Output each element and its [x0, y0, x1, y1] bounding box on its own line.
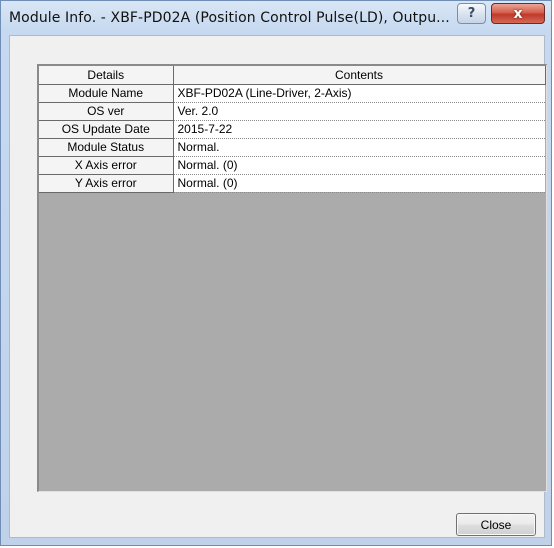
dialog-body: Details Contents Module Name XBF-PD02A (… — [9, 35, 547, 538]
row-label-os-update-date: OS Update Date — [39, 120, 174, 139]
row-label-module-name: Module Name — [39, 84, 174, 103]
window-title: Module Info. - XBF-PD02A (Position Contr… — [9, 10, 450, 26]
title-bar[interactable]: Module Info. - XBF-PD02A (Position Contr… — [1, 1, 553, 35]
row-label-y-axis-error: Y Axis error — [39, 174, 174, 193]
row-value-os-ver[interactable]: Ver. 2.0 — [173, 102, 545, 121]
module-info-grid[interactable]: Details Contents Module Name XBF-PD02A (… — [37, 64, 547, 492]
table-row: OS Update Date 2015-7-22 — [39, 120, 545, 139]
table-row: X Axis error Normal. (0) — [39, 156, 545, 175]
table-row: Module Name XBF-PD02A (Line-Driver, 2-Ax… — [39, 84, 545, 103]
row-label-module-status: Module Status — [39, 138, 174, 157]
table-header-row: Details Contents — [39, 66, 546, 85]
module-info-table: Details Contents Module Name XBF-PD02A (… — [39, 66, 546, 193]
row-value-x-axis-error[interactable]: Normal. (0) — [173, 156, 545, 175]
row-label-x-axis-error: X Axis error — [39, 156, 174, 175]
column-header-contents: Contents — [173, 66, 546, 85]
table-row: Y Axis error Normal. (0) — [39, 174, 545, 193]
row-value-os-update-date[interactable]: 2015-7-22 — [173, 120, 545, 139]
close-icon: x — [513, 5, 523, 22]
close-button[interactable]: Close — [456, 513, 536, 536]
row-value-module-name[interactable]: XBF-PD02A (Line-Driver, 2-Axis) — [173, 84, 545, 103]
help-icon: ? — [467, 6, 476, 21]
row-label-os-ver: OS ver — [39, 102, 174, 121]
row-value-y-axis-error[interactable]: Normal. (0) — [173, 174, 545, 193]
table-row: Module Status Normal. — [39, 138, 545, 157]
window-close-button[interactable]: x — [491, 3, 545, 24]
help-button[interactable]: ? — [457, 3, 486, 24]
module-info-dialog: Module Info. - XBF-PD02A (Position Contr… — [0, 0, 552, 546]
table-row: OS ver Ver. 2.0 — [39, 102, 545, 121]
column-header-details: Details — [39, 66, 174, 85]
row-value-module-status[interactable]: Normal. — [173, 138, 545, 157]
